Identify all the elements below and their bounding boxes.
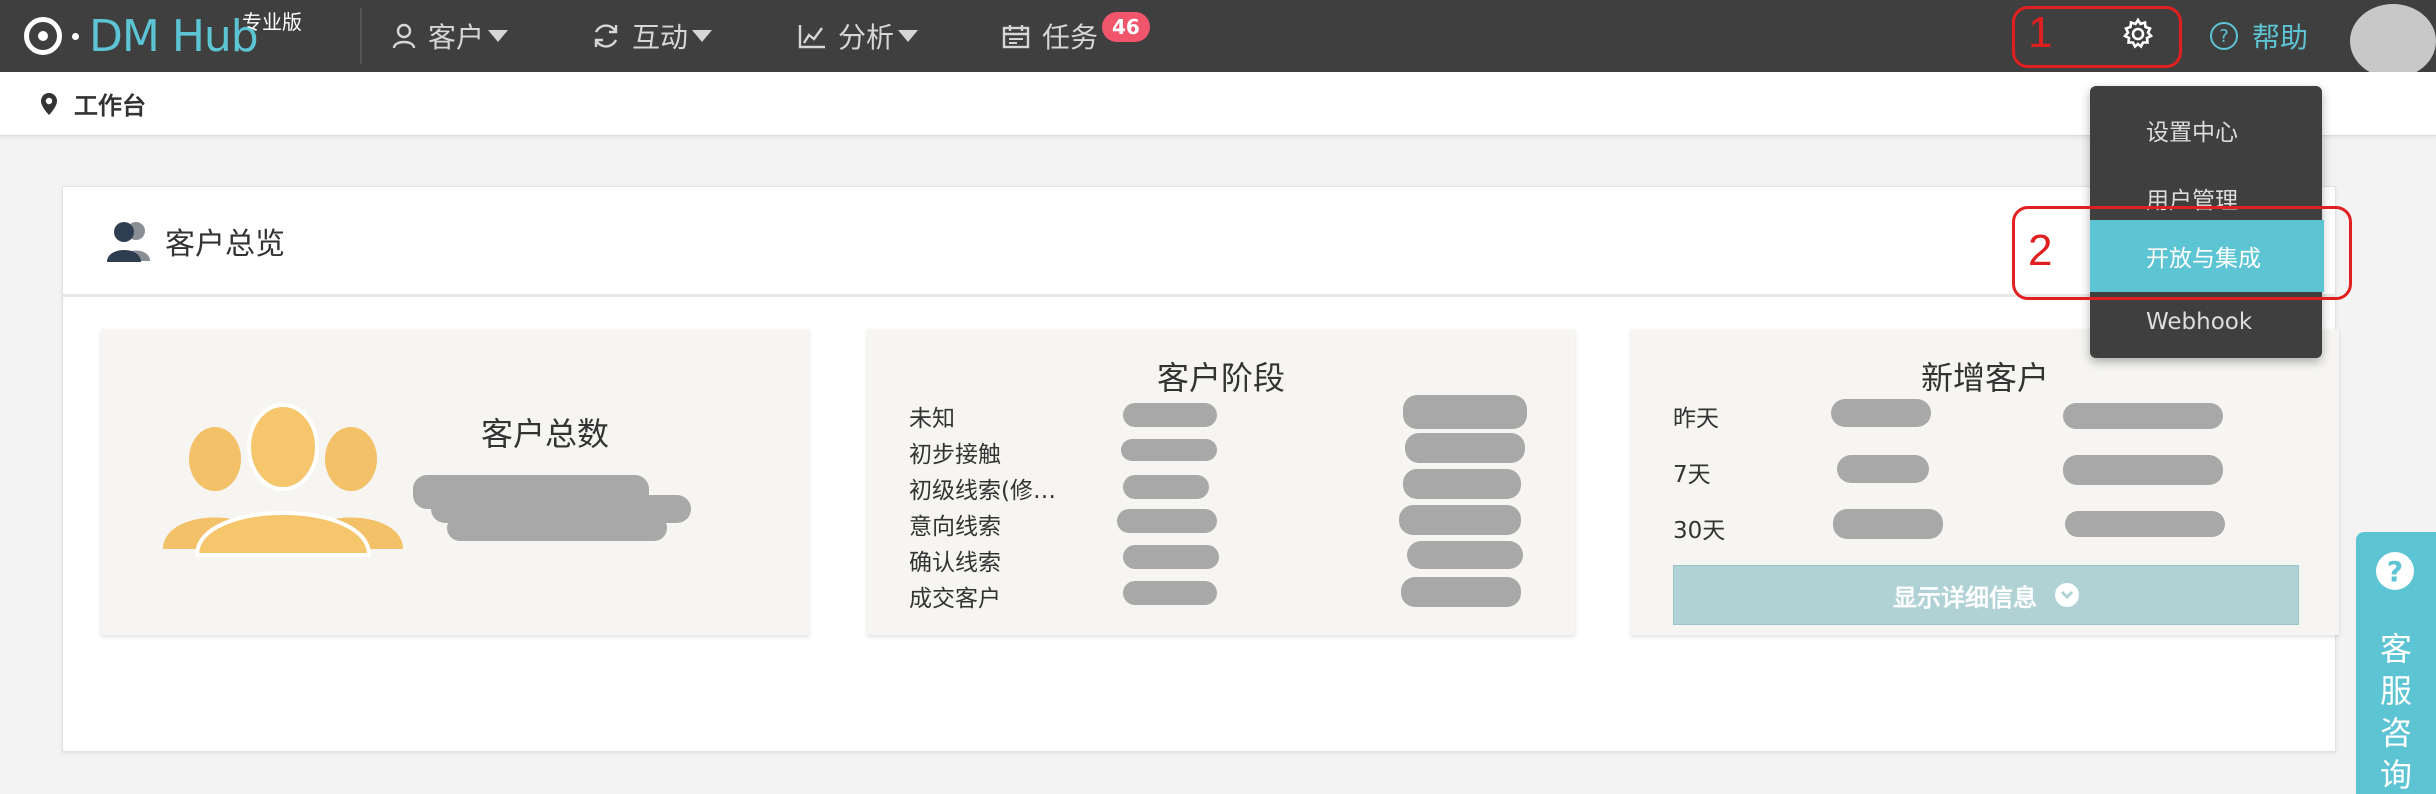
logo[interactable]: DM Hub xyxy=(24,8,259,64)
help-label: 帮助 xyxy=(2252,21,2309,54)
panel-title: 客户总览 xyxy=(165,226,285,262)
nav-analysis[interactable]: 分析 xyxy=(798,14,919,58)
period-label-30days: 30天 xyxy=(1673,518,1726,544)
logo-mark-icon xyxy=(24,17,62,55)
redacted-value xyxy=(1123,403,1217,427)
widget-char: 询 xyxy=(2379,756,2412,794)
nav-tasks[interactable]: 任务 xyxy=(1002,14,1098,58)
redacted-value xyxy=(1407,541,1523,569)
annotation-step1-number: 1 xyxy=(2028,8,2053,57)
brand-edition: 专业版 xyxy=(242,10,302,34)
redacted-value xyxy=(1405,433,1525,463)
calendar-icon xyxy=(1002,25,1030,49)
redacted-value xyxy=(447,515,667,541)
stage-label-intent-lead: 意向线索 xyxy=(909,514,1001,540)
question-icon: ? xyxy=(2376,552,2414,590)
customer-stages-title: 客户阶段 xyxy=(1156,359,1285,397)
panel-header: 客户总览 xyxy=(63,187,2335,297)
redacted-value xyxy=(1121,439,1217,461)
nav-analysis-label: 分析 xyxy=(838,21,895,54)
nav-interaction-label: 互动 xyxy=(632,21,689,54)
widget-char: 客 xyxy=(2379,630,2412,668)
total-customers-title: 客户总数 xyxy=(481,415,610,453)
redacted-value xyxy=(1399,505,1521,535)
chevron-down-icon xyxy=(2055,583,2079,607)
chart-icon xyxy=(798,25,825,49)
widget-char: 咨 xyxy=(2379,714,2412,752)
breadcrumb: 工作台 xyxy=(0,72,2436,136)
nav-customers-label: 客户 xyxy=(428,21,485,54)
menu-item-label: Webhook xyxy=(2146,309,2253,335)
menu-item-settings-center[interactable]: 设置中心 xyxy=(2090,94,2322,166)
period-label-yesterday: 昨天 xyxy=(1673,406,1719,432)
breadcrumb-workbench[interactable]: 工作台 xyxy=(74,86,146,121)
map-pin-icon xyxy=(41,92,57,115)
redacted-value xyxy=(1123,475,1209,499)
question-circle-icon: ? xyxy=(2210,22,2238,50)
redacted-value xyxy=(2065,511,2225,537)
annotation-step2-number: 2 xyxy=(2028,226,2053,275)
redacted-value xyxy=(1123,581,1217,605)
period-label-7days: 7天 xyxy=(1673,462,1711,488)
redacted-value xyxy=(1403,395,1527,429)
stage-label-converted: 成交客户 xyxy=(909,586,1001,612)
refresh-icon xyxy=(594,24,618,48)
stage-label-junior-lead: 初级线索(修… xyxy=(909,478,1056,504)
tasks-count-badge: 46 xyxy=(1102,12,1150,42)
nav-customers[interactable]: 客户 xyxy=(392,14,509,58)
annotation-box-step2 xyxy=(2012,206,2352,300)
redacted-value xyxy=(1123,545,1219,569)
person-icon xyxy=(392,23,416,49)
new-customers-card: 新增客户 昨天 7天 30天 显示详细信息 xyxy=(1631,329,2339,635)
caret-down-icon xyxy=(488,30,509,42)
show-details-button[interactable]: 显示详细信息 xyxy=(1673,565,2299,625)
widget-char: 服 xyxy=(2379,672,2412,710)
stage-label-confirmed-lead: 确认线索 xyxy=(909,550,1001,576)
redacted-value xyxy=(2063,403,2223,429)
customer-overview-panel: 客户总览 客户总数 客户阶段 未知 初步接触 初级线索(修… 意向线索 确认线索 xyxy=(62,186,2339,752)
redacted-value xyxy=(1833,509,1943,539)
nav-tasks-label: 任务 xyxy=(1042,21,1099,54)
caret-down-icon xyxy=(898,30,919,42)
menu-item-label: 设置中心 xyxy=(2146,120,2238,146)
brand-name: DM Hub xyxy=(89,10,259,62)
new-customers-title: 新增客户 xyxy=(1920,359,2049,397)
caret-down-icon xyxy=(692,30,713,42)
redacted-value xyxy=(1837,455,1929,483)
customer-stages-card: 客户阶段 未知 初步接触 初级线索(修… 意向线索 确认线索 成交客户 xyxy=(867,329,1575,635)
customer-service-widget[interactable]: ? 客 服 咨 询 xyxy=(2356,532,2436,794)
logo-dot xyxy=(72,32,79,40)
total-customers-card: 客户总数 xyxy=(101,329,809,635)
stage-label-unknown: 未知 xyxy=(909,406,955,432)
stage-label-initial-contact: 初步接触 xyxy=(909,442,1001,468)
redacted-value xyxy=(1831,399,1931,427)
avatar[interactable] xyxy=(2350,4,2436,78)
redacted-value xyxy=(1403,469,1521,499)
help-link[interactable]: ? 帮助 xyxy=(2210,14,2308,58)
nav-interaction[interactable]: 互动 xyxy=(592,14,713,58)
nav-divider xyxy=(360,8,362,64)
show-details-label: 显示详细信息 xyxy=(1893,583,2037,612)
users-icon xyxy=(107,221,150,262)
customer-group-icon xyxy=(163,403,403,557)
redacted-value xyxy=(2063,455,2223,485)
redacted-value xyxy=(1401,577,1521,607)
redacted-value xyxy=(1117,509,1217,533)
customer-service-label: 客 服 咨 询 xyxy=(2356,628,2436,794)
